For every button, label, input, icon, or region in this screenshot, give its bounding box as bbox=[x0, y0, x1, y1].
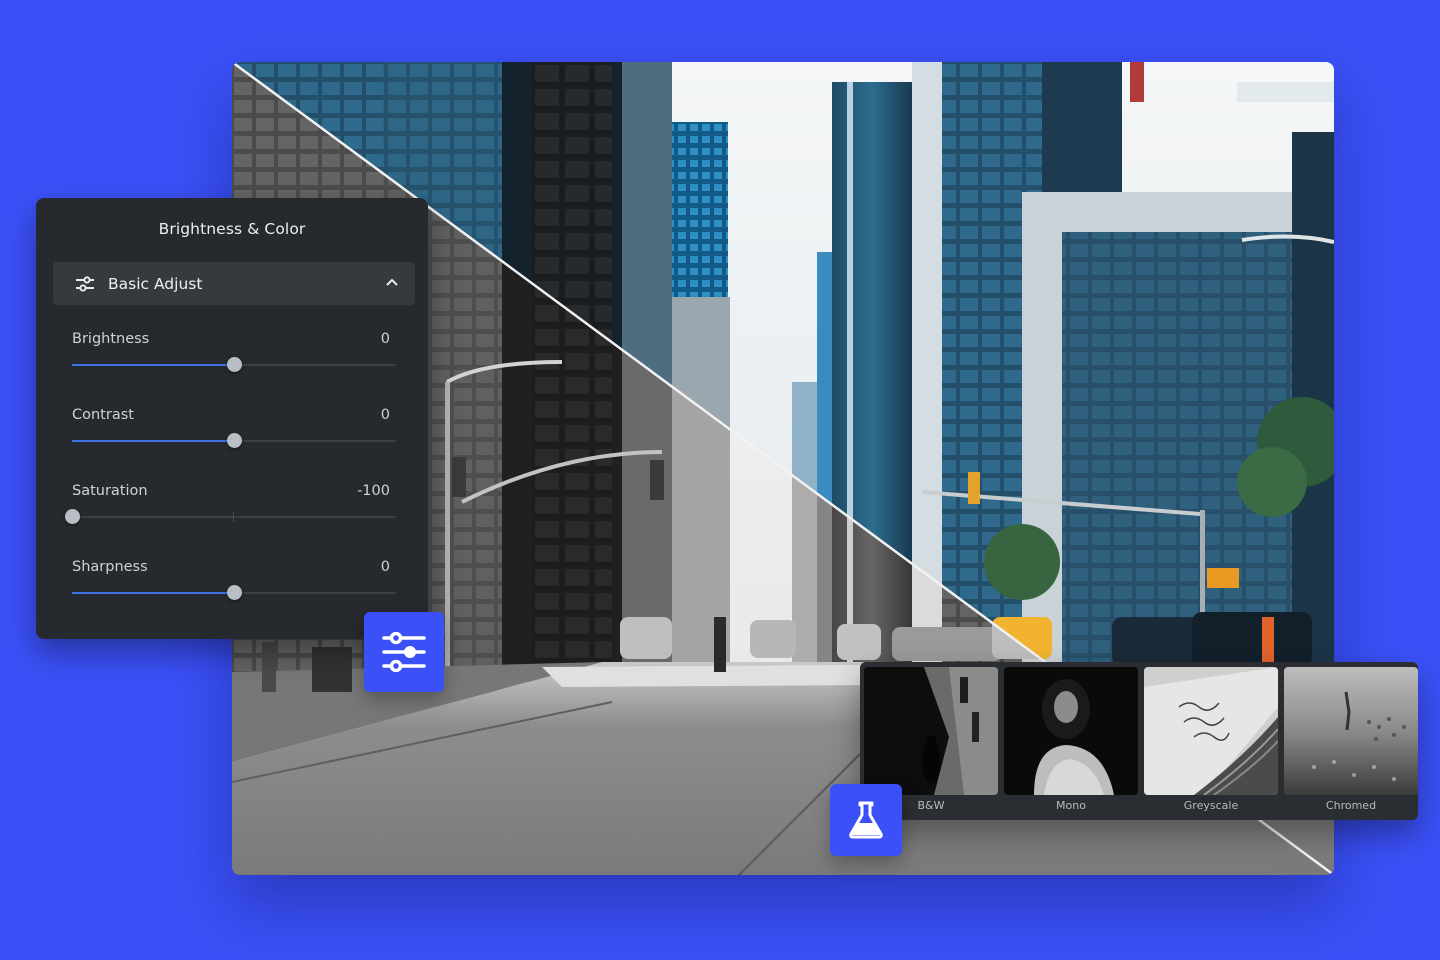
contrast-slider-row: Contrast 0 bbox=[72, 407, 396, 467]
adjust-button[interactable] bbox=[364, 612, 444, 692]
sharpness-slider-row: Sharpness 0 bbox=[72, 559, 396, 619]
filter-label: Chromed bbox=[1325, 799, 1377, 812]
filter-label: Greyscale bbox=[1183, 799, 1239, 812]
slider-label: Brightness bbox=[72, 331, 150, 347]
slider-center-tick bbox=[233, 512, 234, 522]
chevron-up-icon[interactable] bbox=[385, 276, 399, 290]
slider-label: Contrast bbox=[72, 407, 134, 423]
slider-value: -100 bbox=[357, 483, 390, 499]
filter-thumbnail bbox=[1004, 667, 1138, 795]
filter-thumbnail bbox=[864, 667, 998, 795]
brightness-slider[interactable] bbox=[72, 357, 396, 372]
slider-thumb[interactable] bbox=[227, 433, 242, 448]
contrast-slider[interactable] bbox=[72, 433, 396, 448]
slider-fill bbox=[72, 440, 234, 442]
slider-thumb[interactable] bbox=[227, 585, 242, 600]
basic-adjust-section-toggle[interactable]: Basic Adjust bbox=[53, 262, 415, 305]
saturation-slider[interactable] bbox=[65, 509, 396, 524]
flask-icon bbox=[849, 801, 883, 839]
slider-value: 0 bbox=[380, 559, 390, 575]
filters-button[interactable] bbox=[830, 784, 902, 856]
slider-fill bbox=[72, 364, 234, 366]
slider-thumb[interactable] bbox=[65, 509, 80, 524]
filter-thumbnail bbox=[1284, 667, 1418, 795]
filter-mono[interactable]: Mono bbox=[1004, 667, 1138, 820]
section-label: Basic Adjust bbox=[108, 274, 203, 293]
filter-thumbnail bbox=[1144, 667, 1278, 795]
slider-thumb[interactable] bbox=[227, 357, 242, 372]
saturation-slider-row: Saturation -100 bbox=[65, 483, 396, 543]
slider-value: 0 bbox=[380, 331, 390, 347]
filter-greyscale[interactable]: Greyscale bbox=[1144, 667, 1278, 820]
brightness-slider-row: Brightness 0 bbox=[72, 331, 396, 391]
slider-fill bbox=[72, 592, 234, 594]
sliders-icon bbox=[382, 632, 426, 672]
sharpness-slider[interactable] bbox=[72, 585, 396, 600]
filters-strip: B&W Mono Greyscale Chromed bbox=[860, 662, 1418, 820]
slider-value: 0 bbox=[380, 407, 390, 423]
slider-label: Sharpness bbox=[72, 559, 148, 575]
tune-icon bbox=[76, 275, 94, 292]
filter-chromed[interactable]: Chromed bbox=[1284, 667, 1418, 820]
filter-label: Mono bbox=[1056, 799, 1086, 812]
panel-title: Brightness & Color bbox=[158, 220, 306, 238]
filter-label: B&W bbox=[917, 799, 945, 812]
brightness-color-panel: Brightness & Color Basic Adjust Brightne… bbox=[36, 198, 428, 639]
slider-label: Saturation bbox=[72, 483, 148, 499]
